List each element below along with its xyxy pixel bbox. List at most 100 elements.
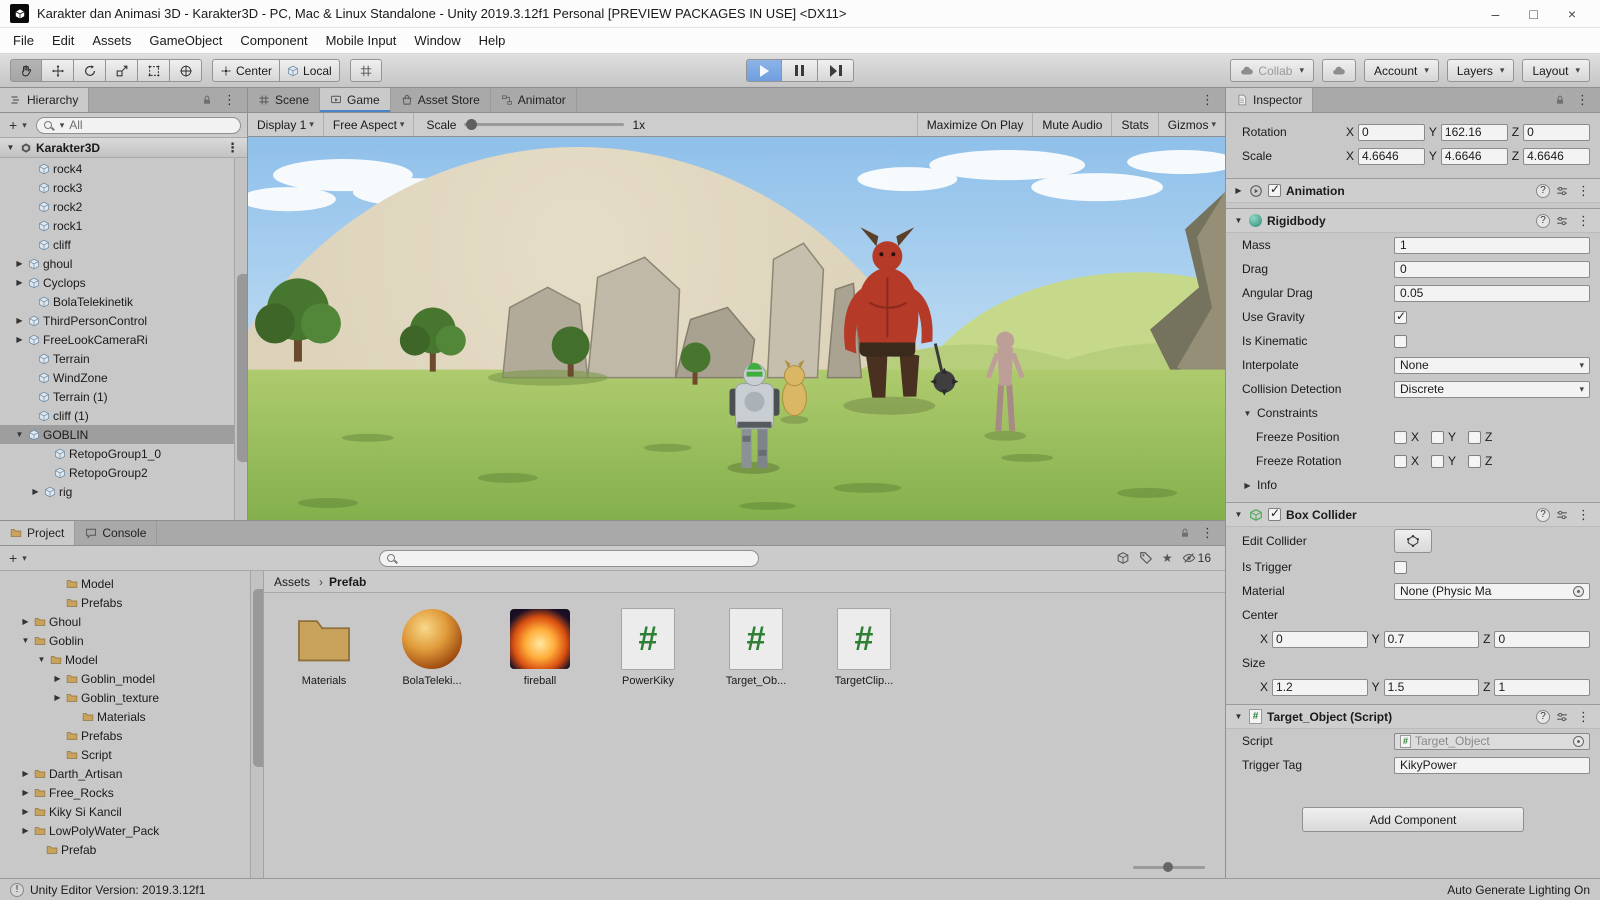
presets-icon[interactable] — [1555, 710, 1569, 724]
grid-snap-button[interactable] — [349, 59, 382, 82]
expand-arrow-icon[interactable]: ▶ — [52, 674, 63, 683]
asset-item-target-object[interactable]: # Target_Ob... — [716, 607, 796, 687]
hierarchy-item[interactable]: BolaTelekinetik — [0, 292, 247, 311]
expand-arrow-icon[interactable]: ▼ — [14, 430, 25, 439]
expand-arrow-icon[interactable]: ▶ — [30, 487, 41, 496]
help-icon[interactable]: ? — [1536, 507, 1550, 522]
create-object-button[interactable]: + ▾ — [6, 117, 30, 133]
box-collider-component-header[interactable]: ▼ Box Collider ? ⋮ — [1226, 502, 1600, 527]
tab-animator[interactable]: Animator — [491, 88, 577, 112]
lock-icon[interactable] — [201, 94, 213, 106]
account-dropdown[interactable]: Account ▾ — [1363, 59, 1439, 82]
display-dropdown[interactable]: Display 1 ▾ — [248, 113, 324, 136]
hierarchy-item[interactable]: rock4 — [0, 159, 247, 178]
panel-menu-icon[interactable]: ⋮ — [220, 92, 239, 108]
expand-arrow-icon[interactable]: ▶ — [20, 788, 31, 797]
project-folder[interactable]: ▶ Darth_Artisan — [0, 764, 263, 783]
hierarchy-search-input[interactable]: ▾ All — [35, 116, 241, 134]
tab-scene[interactable]: Scene — [248, 88, 321, 112]
help-icon[interactable]: ? — [1536, 709, 1550, 724]
presets-icon[interactable] — [1555, 508, 1569, 522]
component-menu-icon[interactable]: ⋮ — [1574, 507, 1593, 523]
project-folder[interactable]: ▶ Goblin_texture — [0, 688, 263, 707]
hierarchy-item[interactable]: ▶ ghoul — [0, 254, 247, 273]
scale-tool-button[interactable] — [106, 59, 138, 82]
rotation-x-field[interactable]: 0 — [1358, 123, 1425, 141]
tab-game[interactable]: Game — [320, 88, 391, 112]
hierarchy-item[interactable]: Terrain (1) — [0, 387, 247, 406]
component-menu-icon[interactable]: ⋮ — [1574, 183, 1593, 199]
scale-x-field[interactable]: 4.6646 — [1358, 147, 1425, 165]
stats-toggle[interactable]: Stats — [1111, 113, 1157, 136]
collab-dropdown[interactable]: Collab ▾ — [1230, 59, 1314, 82]
expand-arrow-icon[interactable]: ▼ — [1233, 510, 1244, 519]
animation-enabled-checkbox[interactable] — [1268, 182, 1281, 197]
menu-window[interactable]: Window — [405, 28, 469, 53]
trigger-tag-field[interactable]: KikyPower — [1394, 756, 1590, 774]
hierarchy-item-selected[interactable]: ▼ GOBLIN — [0, 425, 247, 444]
expand-arrow-icon[interactable]: ▶ — [14, 278, 25, 287]
hierarchy-item[interactable]: ▶ FreeLookCameraRi — [0, 330, 247, 349]
drag-field[interactable]: 0 — [1394, 260, 1590, 278]
project-folder[interactable]: ▶ Free_Rocks — [0, 783, 263, 802]
maximize-on-play-toggle[interactable]: Maximize On Play — [916, 113, 1033, 136]
expand-arrow-icon[interactable]: ▼ — [20, 636, 31, 645]
mute-audio-toggle[interactable]: Mute Audio — [1032, 113, 1111, 136]
hierarchy-item[interactable]: ▶ rig — [0, 482, 247, 501]
project-tree-scrollbar[interactable] — [250, 571, 263, 878]
project-folder[interactable]: ▶ Kiky Si Kancil — [0, 802, 263, 821]
hierarchy-item[interactable]: cliff (1) — [0, 406, 247, 425]
presets-icon[interactable] — [1555, 214, 1569, 228]
hierarchy-item[interactable]: rock2 — [0, 197, 247, 216]
expand-arrow-icon[interactable]: ▶ — [52, 693, 63, 702]
scene-menu-icon[interactable]: ⋮ — [223, 140, 242, 156]
expand-arrow-icon[interactable]: ▶ — [20, 826, 31, 835]
expand-arrow-icon[interactable]: ▶ — [14, 335, 25, 344]
menu-mobile-input[interactable]: Mobile Input — [317, 28, 406, 53]
animation-component-header[interactable]: ▶ Animation ? ⋮ — [1226, 178, 1600, 203]
hierarchy-item[interactable]: ▶ Cyclops — [0, 273, 247, 292]
menu-gameobject[interactable]: GameObject — [140, 28, 231, 53]
expand-arrow-icon[interactable]: ▶ — [20, 807, 31, 816]
project-folder[interactable]: Materials — [0, 707, 263, 726]
help-icon[interactable]: ? — [1536, 183, 1550, 198]
play-button[interactable] — [746, 59, 782, 82]
object-picker-icon[interactable] — [1573, 735, 1584, 747]
menu-file[interactable]: File — [4, 28, 43, 53]
info-foldout[interactable]: ▶ Info — [1226, 473, 1600, 497]
favorites-star-icon[interactable]: ★ — [1162, 551, 1173, 565]
center-x-field[interactable]: 0 — [1272, 630, 1368, 648]
expand-arrow-icon[interactable]: ▶ — [20, 769, 31, 778]
project-folder[interactable]: Model — [0, 574, 263, 593]
rotation-z-field[interactable]: 0 — [1523, 123, 1590, 141]
project-folder[interactable]: Prefabs — [0, 593, 263, 612]
hierarchy-item[interactable]: rock1 — [0, 216, 247, 235]
scene-expand-arrow[interactable]: ▼ — [5, 143, 16, 152]
add-component-button[interactable]: Add Component — [1302, 807, 1524, 832]
tab-inspector[interactable]: Inspector — [1226, 88, 1314, 112]
project-folder[interactable]: ▶ LowPolyWater_Pack — [0, 821, 263, 840]
project-folder[interactable]: ▶ Ghoul — [0, 612, 263, 631]
freeze-position-z-checkbox[interactable] — [1468, 430, 1482, 444]
hierarchy-item[interactable]: WindZone — [0, 368, 247, 387]
slider-handle[interactable] — [1163, 862, 1173, 872]
project-folder[interactable]: ▼ Model — [0, 650, 263, 669]
interpolate-dropdown[interactable]: None ▾ — [1394, 356, 1590, 374]
scale-z-field[interactable]: 4.6646 — [1523, 147, 1590, 165]
tab-console[interactable]: Console — [75, 521, 158, 545]
hidden-packages-toggle[interactable]: 16 — [1182, 551, 1211, 565]
pivot-local-toggle[interactable]: Local — [280, 59, 340, 82]
hierarchy-scrollbar[interactable] — [234, 158, 247, 520]
expand-arrow-icon[interactable]: ▼ — [1233, 712, 1244, 721]
lock-icon[interactable] — [1554, 94, 1566, 106]
freeze-position-x-checkbox[interactable] — [1394, 430, 1407, 444]
transform-tool-button[interactable] — [170, 59, 202, 82]
breadcrumb-prefab[interactable]: Prefab — [329, 575, 366, 589]
menu-edit[interactable]: Edit — [43, 28, 83, 53]
search-by-type-icon[interactable] — [1116, 551, 1130, 565]
gizmos-dropdown[interactable]: Gizmos ▾ — [1157, 113, 1225, 136]
layout-dropdown[interactable]: Layout ▾ — [1522, 59, 1590, 82]
expand-arrow-icon[interactable]: ▶ — [14, 259, 25, 268]
menu-component[interactable]: Component — [231, 28, 316, 53]
scale-slider[interactable] — [464, 119, 625, 130]
